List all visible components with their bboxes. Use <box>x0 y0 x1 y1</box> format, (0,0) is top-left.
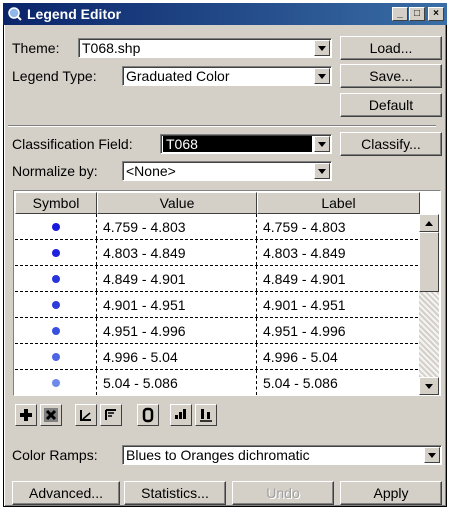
table-header: Symbol Value Label <box>15 192 420 214</box>
classification-field-select[interactable]: T068 <box>160 134 332 154</box>
save-button[interactable]: Save... <box>340 64 442 88</box>
symbol-cell[interactable] <box>15 266 97 291</box>
divider <box>8 125 436 127</box>
label-cell[interactable]: 4.759 - 4.803 <box>257 214 418 239</box>
undo-button[interactable]: Undo <box>232 481 334 505</box>
label-cell[interactable]: 4.901 - 4.951 <box>257 292 418 317</box>
symbol-swatch[interactable] <box>51 378 60 387</box>
label-cell[interactable]: 4.951 - 4.996 <box>257 318 418 343</box>
reverse-button[interactable] <box>170 404 192 426</box>
label-cell[interactable]: 4.803 - 4.849 <box>257 240 418 265</box>
normalize-label: Normalize by: <box>12 163 98 179</box>
legend-type-value: Graduated Color <box>126 68 230 84</box>
legend-type-label: Legend Type: <box>12 68 97 84</box>
value-cell[interactable]: 4.996 - 5.04 <box>97 344 257 369</box>
add-class-button[interactable] <box>15 404 37 426</box>
default-button[interactable]: Default <box>340 93 442 117</box>
flip-icon <box>200 409 212 422</box>
table-row[interactable]: 5.04 - 5.086 5.04 - 5.086 <box>15 370 418 395</box>
minimize-button[interactable]: _ <box>392 7 408 21</box>
normalize-value: <None> <box>126 163 176 179</box>
color-ramps-select[interactable]: Blues to Oranges dichromatic <box>122 445 442 465</box>
symbol-cell[interactable] <box>15 292 97 317</box>
title-bar[interactable]: Legend Editor _ □ × <box>3 3 447 25</box>
color-ramps-label: Color Ramps: <box>12 447 98 463</box>
sort-descending-icon <box>105 409 116 420</box>
theme-label: Theme: <box>12 40 60 56</box>
delete-class-button[interactable] <box>40 404 62 426</box>
sort-descending-button[interactable] <box>100 404 122 426</box>
table-body: 4.759 - 4.803 4.759 - 4.803 4.803 - 4.849 4… <box>15 214 418 395</box>
chevron-down-icon[interactable] <box>314 68 330 84</box>
classification-field-value: T068 <box>163 136 312 152</box>
vertical-scrollbar[interactable] <box>419 214 439 395</box>
window-title: Legend Editor <box>27 6 122 22</box>
symbol-cell[interactable] <box>15 318 97 343</box>
symbol-cell[interactable] <box>15 214 97 239</box>
theme-select[interactable]: T068.shp <box>78 38 332 58</box>
column-header-label[interactable]: Label <box>257 192 420 214</box>
apply-button[interactable]: Apply <box>340 481 442 505</box>
chevron-down-icon[interactable] <box>314 163 330 179</box>
symbol-swatch[interactable] <box>51 274 60 283</box>
close-button[interactable]: × <box>428 7 444 21</box>
delete-icon <box>44 408 58 422</box>
table-row[interactable]: 4.951 - 4.996 4.951 - 4.996 <box>15 318 418 344</box>
normalize-select[interactable]: <None> <box>122 161 332 181</box>
table-row[interactable]: 4.803 - 4.849 4.803 - 4.849 <box>15 240 418 266</box>
symbol-swatch[interactable] <box>51 352 60 361</box>
symbol-swatch[interactable] <box>51 222 60 231</box>
value-cell[interactable]: 4.901 - 4.951 <box>97 292 257 317</box>
label-cell[interactable]: 4.996 - 5.04 <box>257 344 418 369</box>
sort-ascending-button[interactable] <box>75 404 97 426</box>
scroll-track[interactable] <box>419 292 439 377</box>
symbol-swatch[interactable] <box>51 300 60 309</box>
symbol-cell[interactable] <box>15 370 97 395</box>
legend-table: Symbol Value Label 4.759 - 4.803 4.759 - … <box>13 190 441 396</box>
value-cell[interactable]: 4.803 - 4.849 <box>97 240 257 265</box>
maximize-button[interactable]: □ <box>409 7 425 21</box>
value-cell[interactable]: 5.04 - 5.086 <box>97 370 257 395</box>
load-button[interactable]: Load... <box>340 36 442 60</box>
symbol-cell[interactable] <box>15 344 97 369</box>
globe-icon <box>8 7 22 21</box>
column-header-value[interactable]: Value <box>97 192 257 214</box>
advanced-button[interactable]: Advanced... <box>12 481 120 505</box>
symbol-swatch[interactable] <box>51 248 60 257</box>
label-cell[interactable]: 4.849 - 4.901 <box>257 266 418 291</box>
flip-button[interactable] <box>195 404 217 426</box>
chevron-down-icon[interactable] <box>314 136 330 152</box>
color-ramps-value: Blues to Oranges dichromatic <box>126 447 310 463</box>
classification-field-label: Classification Field: <box>12 136 133 152</box>
reverse-icon <box>175 409 186 419</box>
value-cell[interactable]: 4.951 - 4.996 <box>97 318 257 343</box>
add-icon <box>20 409 32 421</box>
null-value-icon <box>142 407 154 423</box>
null-value-button[interactable] <box>137 404 159 426</box>
sort-ascending-icon <box>80 410 91 421</box>
table-row[interactable]: 4.901 - 4.951 4.901 - 4.951 <box>15 292 418 318</box>
legend-type-select[interactable]: Graduated Color <box>122 66 332 86</box>
scroll-down-button[interactable] <box>419 377 439 395</box>
table-row[interactable]: 4.996 - 5.04 4.996 - 5.04 <box>15 344 418 370</box>
scroll-up-button[interactable] <box>419 214 439 232</box>
value-cell[interactable]: 4.759 - 4.803 <box>97 214 257 239</box>
value-cell[interactable]: 4.849 - 4.901 <box>97 266 257 291</box>
statistics-button[interactable]: Statistics... <box>124 481 226 505</box>
table-row[interactable]: 4.759 - 4.803 4.759 - 4.803 <box>15 214 418 240</box>
scroll-thumb[interactable] <box>419 232 439 292</box>
theme-value: T068.shp <box>82 40 141 56</box>
table-row[interactable]: 4.849 - 4.901 4.849 - 4.901 <box>15 266 418 292</box>
symbol-swatch[interactable] <box>51 326 60 335</box>
column-header-symbol[interactable]: Symbol <box>15 192 97 214</box>
classify-button[interactable]: Classify... <box>340 132 442 156</box>
chevron-down-icon[interactable] <box>314 40 330 56</box>
chevron-down-icon[interactable] <box>424 447 440 463</box>
symbol-cell[interactable] <box>15 240 97 265</box>
label-cell[interactable]: 5.04 - 5.086 <box>257 370 418 395</box>
